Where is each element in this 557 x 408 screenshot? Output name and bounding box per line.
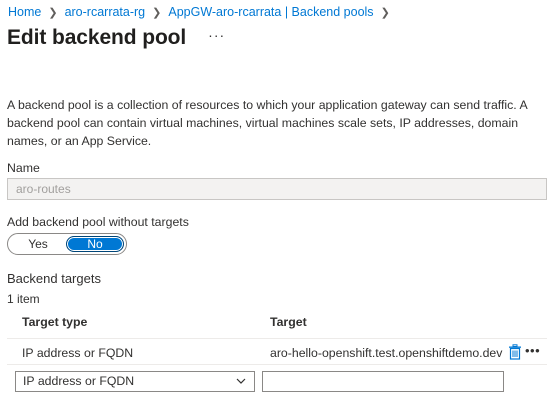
- breadcrumb-home-link[interactable]: Home: [8, 5, 41, 19]
- header-divider: [7, 338, 547, 339]
- trash-icon[interactable]: [508, 344, 522, 360]
- title-row: Edit backend pool ···: [7, 26, 225, 50]
- column-header-target-type: Target type: [22, 315, 88, 329]
- breadcrumb: Home ❯ aro-rcarrata-rg ❯ AppGW-aro-rcarr…: [8, 4, 397, 20]
- page-title: Edit backend pool: [7, 26, 187, 49]
- row-target-type: IP address or FQDN: [22, 346, 134, 360]
- item-count: 1 item: [7, 292, 40, 306]
- toggle-yes-option[interactable]: Yes: [10, 236, 66, 252]
- chevron-right-icon: ❯: [48, 6, 58, 19]
- row-target: aro-hello-openshift.test.openshiftdemo.d…: [270, 346, 503, 360]
- row-ellipsis-icon[interactable]: •••: [525, 343, 540, 358]
- without-targets-label: Add backend pool without targets: [7, 215, 189, 229]
- chevron-right-icon: ❯: [380, 6, 390, 19]
- chevron-right-icon: ❯: [152, 6, 162, 19]
- name-field[interactable]: aro-routes: [7, 178, 547, 200]
- column-header-target: Target: [270, 315, 307, 329]
- without-targets-toggle: Yes No: [7, 233, 127, 255]
- breadcrumb-backend-pools-link[interactable]: AppGW-aro-rcarrata | Backend pools: [168, 5, 373, 19]
- target-type-select[interactable]: IP address or FQDN: [15, 371, 255, 392]
- row-divider: [7, 364, 547, 365]
- target-type-select-value: IP address or FQDN: [23, 374, 135, 388]
- breadcrumb-resource-group-link[interactable]: aro-rcarrata-rg: [65, 5, 146, 19]
- toggle-no-option[interactable]: No: [66, 236, 124, 252]
- backend-targets-title: Backend targets: [7, 271, 101, 286]
- page-description: A backend pool is a collection of resour…: [7, 98, 527, 148]
- chevron-down-icon: [236, 378, 246, 384]
- name-label: Name: [7, 161, 40, 175]
- ellipsis-icon[interactable]: ···: [208, 28, 225, 48]
- target-input[interactable]: [262, 371, 504, 392]
